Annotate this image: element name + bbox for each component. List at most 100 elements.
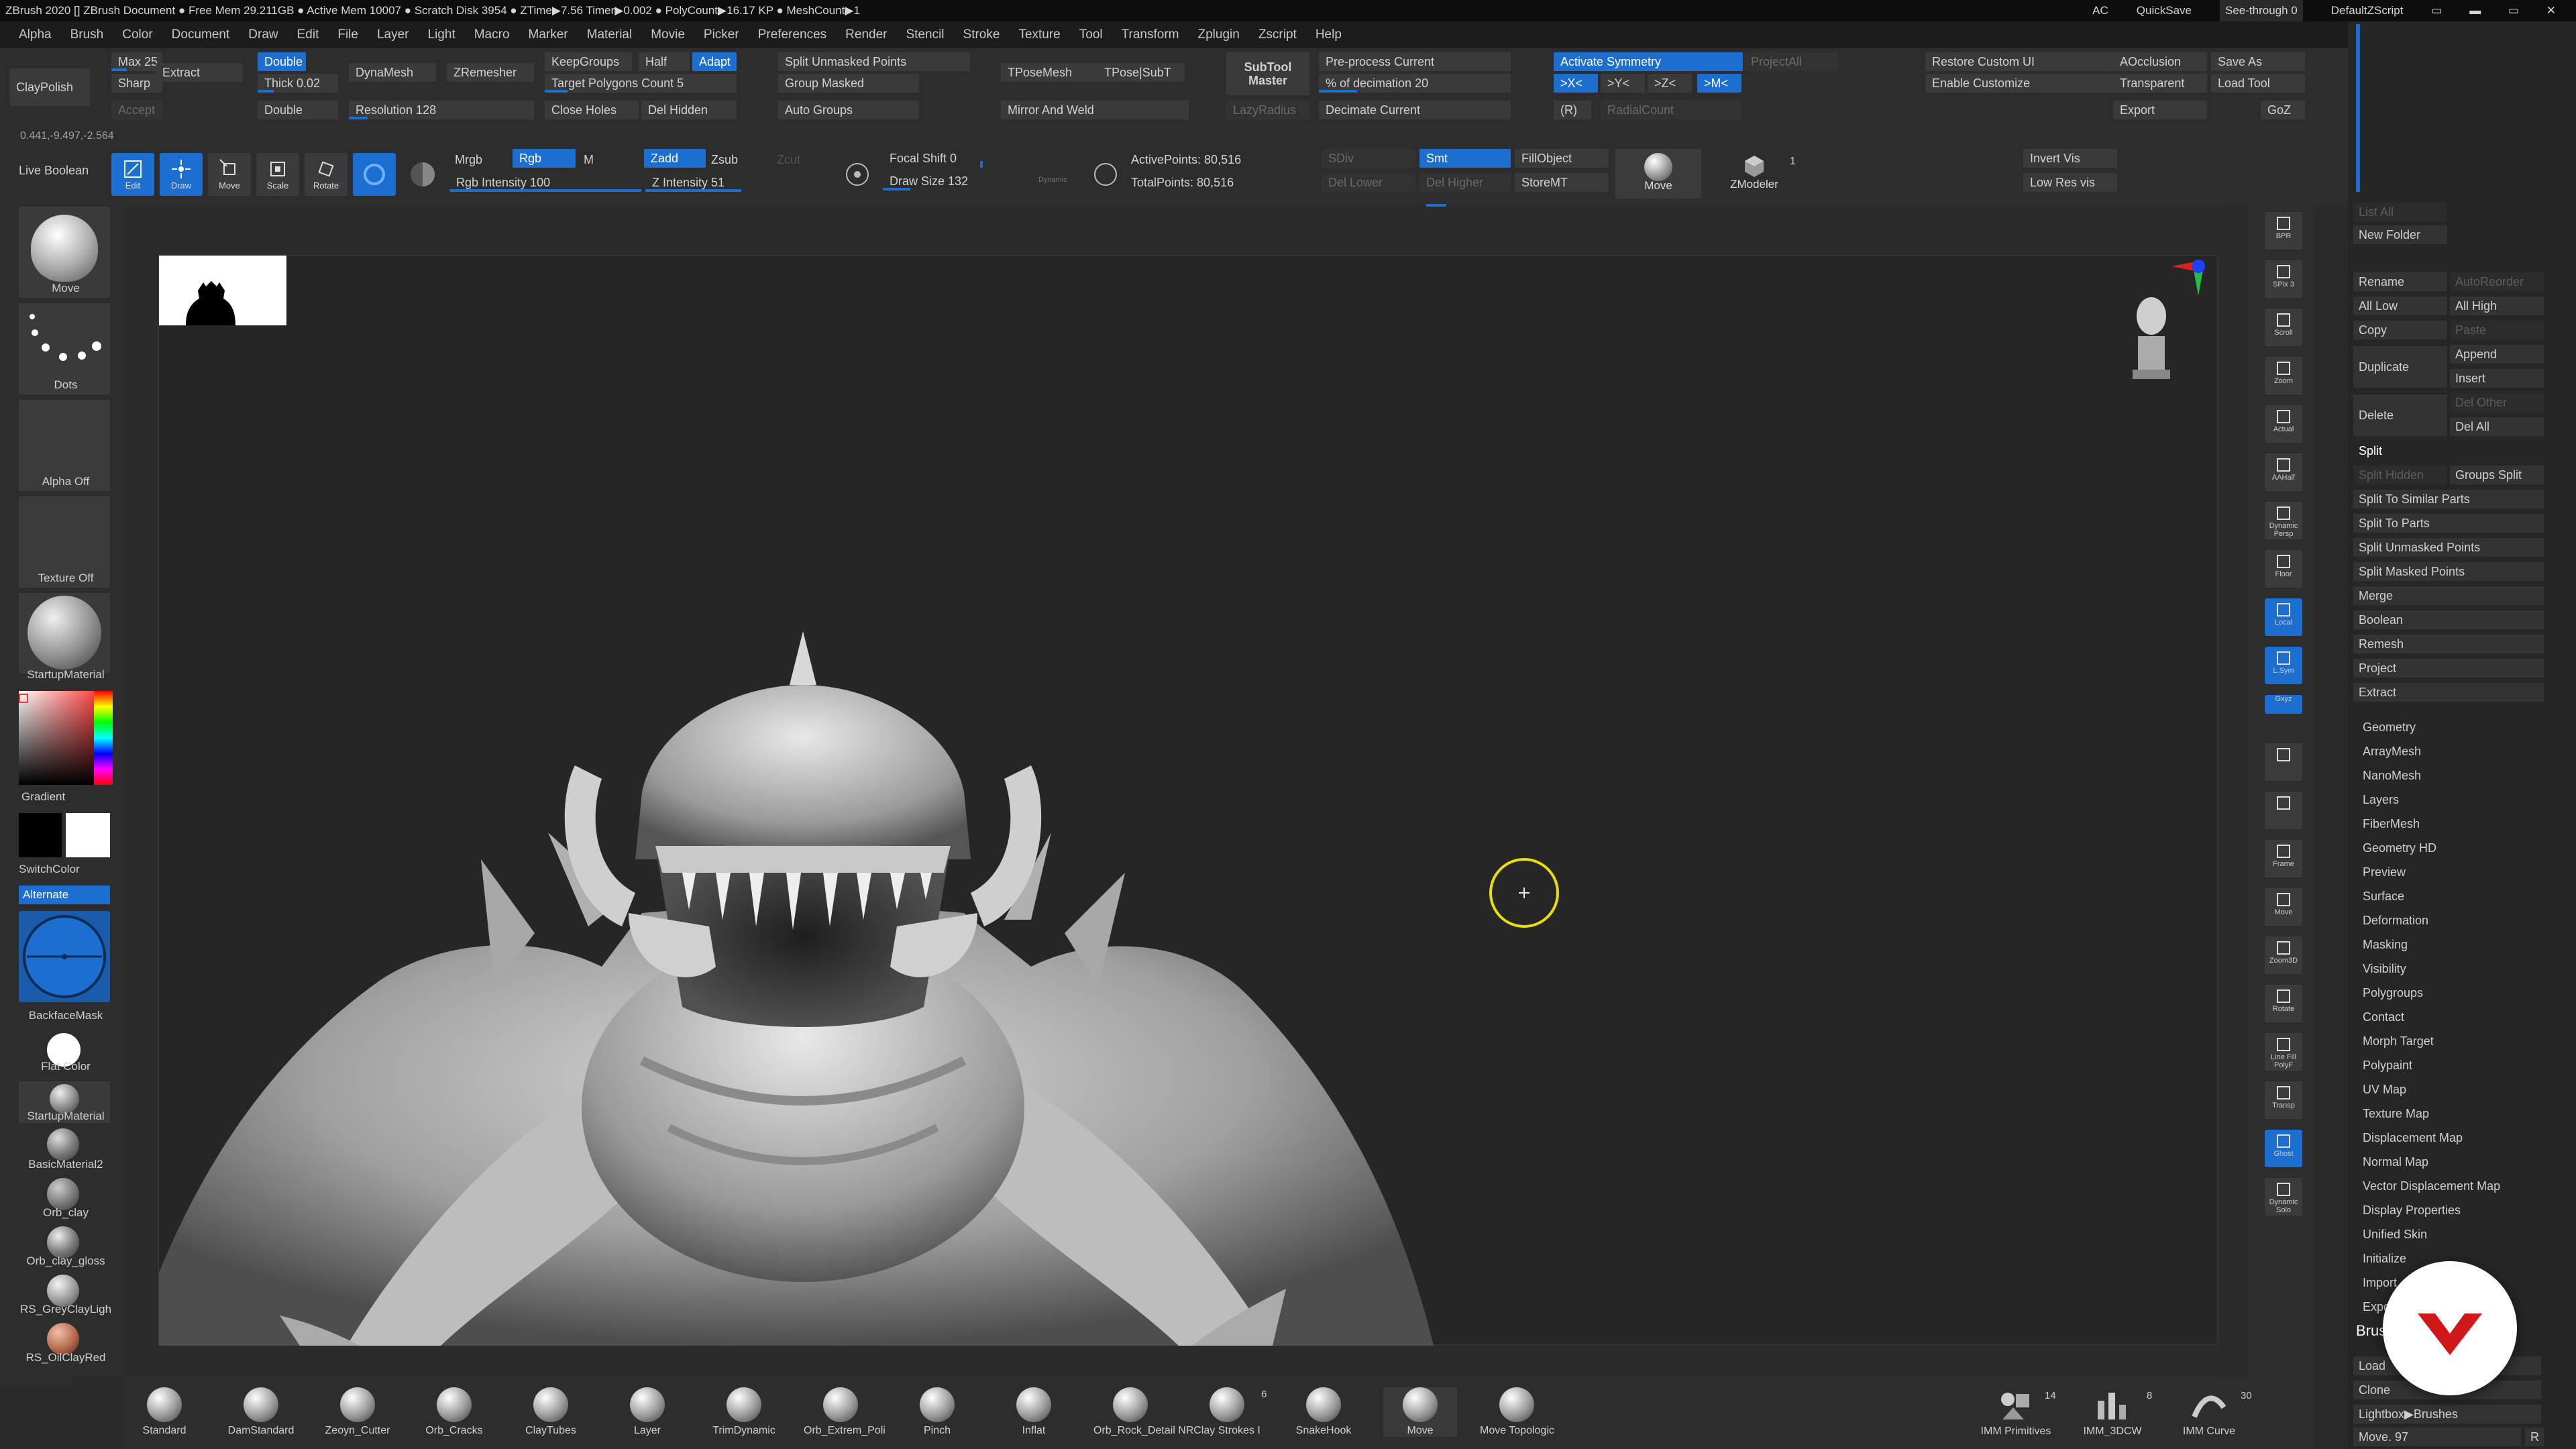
menu-transform[interactable]: Transform [1122,28,1179,42]
close-holes-button[interactable]: Close Holes [545,101,639,119]
subpalette-layers[interactable]: Layers [2357,790,2545,809]
dynamesh-button[interactable]: DynaMesh [349,63,436,82]
restore-custom-ui-button[interactable]: Restore Custom UI [1925,52,2113,71]
double-button[interactable]: Double [258,101,338,119]
brush-trimdynamic[interactable]: TrimDynamic [707,1387,781,1437]
all-high-button[interactable]: All High [2450,297,2544,315]
del-higher-button[interactable]: Del Higher [1419,173,1511,192]
rgb-toggle[interactable]: Rgb [513,149,576,168]
sym-z-toggle[interactable]: >Z< [1648,74,1692,93]
menu-zplugin[interactable]: Zplugin [1197,28,1239,42]
brush-damstandard[interactable]: DamStandard [224,1387,298,1437]
viewport-tool-aahalf[interactable]: AAHalf [2265,453,2302,491]
zmodeler-button[interactable]: ZModeler [1717,149,1791,199]
fillobject-button[interactable]: FillObject [1515,149,1609,168]
primary-color-swatch[interactable] [66,813,110,857]
default-zscript-button[interactable]: DefaultZScript [2331,0,2404,21]
subtool-action-boolean[interactable]: Boolean [2353,610,2544,629]
save-as-button[interactable]: Save As [2211,52,2305,71]
storemt-button[interactable]: StoreMT [1515,173,1609,192]
zadd-toggle[interactable]: Zadd [644,149,706,168]
viewport-tool-line-fill-polyf[interactable]: Line Fill PolyF [2265,1033,2302,1071]
viewport-tool-frame[interactable]: Frame [2265,840,2302,877]
copy-button[interactable]: Copy [2353,321,2447,339]
split-hidden-button[interactable]: Split Hidden [2353,466,2447,484]
split-unmasked-button[interactable]: Split Unmasked Points [778,52,970,71]
menu-document[interactable]: Document [172,28,230,42]
duplicate-button[interactable]: Duplicate [2353,346,2447,388]
rs-oilclay-icon[interactable] [47,1323,79,1355]
rs-greyclay-icon[interactable] [47,1275,79,1307]
edit-mode-button[interactable]: Edit [111,153,154,196]
menu-stroke[interactable]: Stroke [963,28,1000,42]
subpalette-polypaint[interactable]: Polypaint [2357,1056,2545,1075]
menu-tool[interactable]: Tool [1079,28,1103,42]
claypolish-button[interactable]: ClayPolish [9,68,90,106]
dynamic-toggle[interactable]: Dynamic [1038,176,1067,184]
low-res-vis-button[interactable]: Low Res vis [2023,173,2117,192]
sphere-brush-toggle[interactable] [353,153,396,196]
brush-move-topologic[interactable]: Move Topologic [1480,1387,1554,1437]
subtool-action-remesh[interactable]: Remesh [2353,635,2544,653]
focal-shift-icon-button[interactable] [839,156,876,193]
viewport-tool-scroll[interactable]: Scroll [2265,309,2302,346]
rgb-intensity-slider[interactable]: Rgb Intensity 100 [449,173,641,192]
aocclusion-button[interactable]: AOcclusion [2113,52,2207,71]
zremesher-button[interactable]: ZRemesher [447,63,534,82]
subpalette-fibermesh[interactable]: FiberMesh [2357,814,2545,833]
imm-3dcw-button[interactable]: IMM_3DCW [2076,1387,2149,1438]
imm-curve-button[interactable]: IMM Curve [2172,1387,2246,1438]
menu-preferences[interactable]: Preferences [758,28,826,42]
viewport-tool-dynamic-solo[interactable]: Dynamic Solo [2265,1178,2302,1216]
double-toggle-on[interactable]: Double [258,52,306,71]
subpalette-polygroups[interactable]: Polygroups [2357,983,2545,1002]
radialcount-slider[interactable]: RadialCount [1601,101,1741,119]
subpalette-deformation[interactable]: Deformation [2357,911,2545,930]
groups-split-button[interactable]: Groups Split [2450,466,2544,484]
rename-button[interactable]: Rename [2353,272,2447,291]
new-folder-button[interactable]: New Folder [2353,225,2447,244]
brush-claytubes[interactable]: ClayTubes [514,1387,588,1437]
current-brush-button[interactable]: Move [1615,149,1701,199]
append-button[interactable]: Append [2450,345,2544,364]
viewport-tool-transp[interactable]: Transp [2265,1081,2302,1119]
menu-draw[interactable]: Draw [248,28,278,42]
viewport-tool-zoom[interactable]: Zoom [2265,357,2302,394]
mrgb-button[interactable]: Mrgb [455,153,482,167]
move-mode-button[interactable]: Move [208,153,251,196]
draw-mode-button[interactable]: Draw [160,153,203,196]
backface-mask-toggle[interactable] [19,911,110,1002]
sym-m-toggle[interactable]: >M< [1697,74,1741,93]
zcut-toggle[interactable]: Zcut [777,153,800,167]
brush-orb-cracks[interactable]: Orb_Cracks [417,1387,491,1437]
del-lower-button[interactable]: Del Lower [1322,173,1415,192]
menu-color[interactable]: Color [122,28,152,42]
ac-button[interactable]: AC [2092,0,2108,21]
del-other-button[interactable]: Del Other [2450,393,2544,412]
subpalette-visibility[interactable]: Visibility [2357,959,2545,978]
subpalette-uv-map[interactable]: UV Map [2357,1080,2545,1099]
seethrough-slider[interactable]: See-through 0 [2220,0,2303,21]
viewport-tool-gxyz[interactable]: Gxyz [2265,695,2302,714]
subpalette-displacement-map[interactable]: Displacement Map [2357,1128,2545,1147]
viewport-tool-orbit-12[interactable] [2265,792,2302,829]
zsub-toggle[interactable]: Zsub [711,153,738,167]
viewport-tool-rotate[interactable]: Rotate [2265,985,2302,1022]
subtool-action-split-unmasked-points[interactable]: Split Unmasked Points [2353,538,2544,557]
focal-shift-slider[interactable]: Focal Shift 0 [883,149,1077,168]
keepgroups-button[interactable]: KeepGroups [545,52,632,71]
thick-slider[interactable]: Thick 0.02 [258,74,338,93]
viewport-tool-ghost[interactable]: Ghost [2265,1130,2302,1167]
brush-standard[interactable]: Standard [127,1387,201,1437]
gyro-toggle[interactable] [401,153,444,196]
del-hidden-button[interactable]: Del Hidden [641,101,737,119]
subpalette-display-properties[interactable]: Display Properties [2357,1201,2545,1220]
menu-light[interactable]: Light [428,28,455,42]
brush-move[interactable]: Move [1383,1387,1457,1437]
insert-button[interactable]: Insert [2450,369,2544,388]
subtool-action-split-masked-points[interactable]: Split Masked Points [2353,562,2544,581]
viewport-tool-l-sym[interactable]: L.Sym [2265,647,2302,684]
delete-button[interactable]: Delete [2353,394,2447,436]
menu-stencil[interactable]: Stencil [906,28,944,42]
hue-strip[interactable] [94,691,113,785]
